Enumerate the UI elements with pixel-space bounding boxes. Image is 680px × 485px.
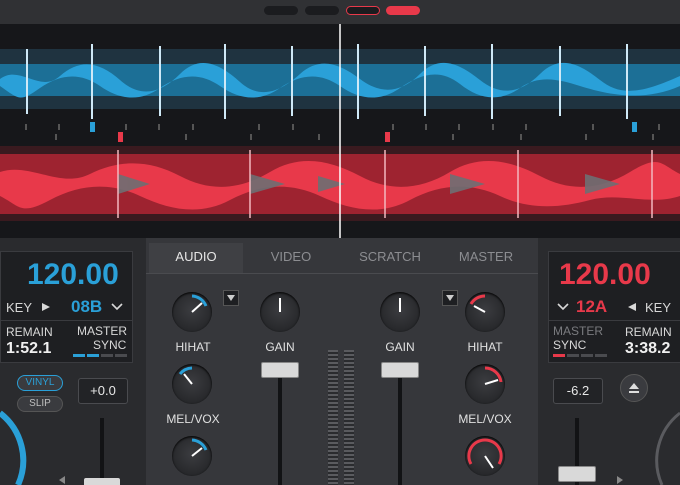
right-gain-knob[interactable]: [380, 292, 420, 332]
right-key-value[interactable]: 12A: [576, 297, 607, 317]
right-chevron-down-icon[interactable]: [557, 302, 569, 312]
left-deck-info: 120.00 KEY 08B REMAIN 1:52.1 MASTER SYNC: [0, 251, 133, 363]
left-key-value[interactable]: 08B: [71, 297, 102, 317]
right-channel-fader-cap[interactable]: [381, 362, 419, 378]
deck-divider: [549, 320, 680, 321]
right-hihat-knob[interactable]: [465, 292, 505, 332]
right-arrow-icon: [617, 476, 623, 484]
right-jog-wheel[interactable]: [650, 405, 680, 485]
left-arrow-play-icon[interactable]: [627, 302, 637, 312]
layout-pill-1[interactable]: [264, 6, 298, 15]
left-sync-indicators: [73, 354, 129, 357]
waveform-display[interactable]: [0, 24, 680, 238]
layout-pill-2[interactable]: [305, 6, 339, 15]
left-bpm[interactable]: 120.00: [27, 258, 119, 292]
tab-video[interactable]: VIDEO: [244, 243, 338, 273]
left-pitch-fader-cap[interactable]: [84, 478, 120, 485]
left-melvox-label: MEL/VOX: [166, 412, 220, 426]
tab-audio[interactable]: AUDIO: [149, 243, 243, 273]
deck-divider: [1, 320, 132, 321]
left-arrow-icon: [59, 476, 65, 484]
right-key-label: KEY: [645, 300, 672, 315]
left-channel-fader-cap[interactable]: [261, 362, 299, 378]
vinyl-button[interactable]: VINYL: [17, 375, 63, 391]
right-sync-label[interactable]: SYNC: [553, 338, 586, 352]
right-deck-info: 120.00 12A KEY MASTER SYNC REMAIN 3:38.2: [548, 251, 680, 363]
left-pitch-track: [100, 418, 104, 485]
right-gain-label: GAIN: [385, 340, 415, 354]
right-remain-label: REMAIN: [625, 325, 672, 339]
level-meter-left: [328, 350, 338, 485]
mixer-tab-underline: [146, 273, 538, 274]
tab-master[interactable]: MASTER: [439, 243, 533, 273]
right-melvox-label: MEL/VOX: [458, 412, 512, 426]
left-sync-label[interactable]: SYNC: [93, 338, 126, 352]
waveform-svg: [0, 24, 680, 238]
play-icon[interactable]: [41, 302, 51, 312]
left-gain-knob[interactable]: [260, 292, 300, 332]
right-pitch-fader-cap[interactable]: [558, 466, 596, 482]
left-melvox-knob[interactable]: [172, 364, 212, 404]
right-melvox-knob[interactable]: [465, 364, 505, 404]
right-dropdown-arrow-icon[interactable]: [442, 290, 458, 306]
right-remain-value: 3:38.2: [625, 340, 671, 357]
right-pitch-value[interactable]: -6.2: [553, 378, 603, 404]
layout-pill-4[interactable]: [386, 6, 420, 15]
right-bpm[interactable]: 120.00: [559, 258, 651, 292]
chevron-down-icon[interactable]: [111, 302, 123, 312]
left-hihat-label: HIHAT: [175, 340, 211, 354]
left-channel-fader-track: [278, 365, 282, 485]
right-channel-fader-track: [398, 365, 402, 485]
layout-pill-3[interactable]: [346, 6, 380, 15]
left-pitch-value[interactable]: +0.0: [78, 378, 128, 404]
right-hihat-label: HIHAT: [467, 340, 503, 354]
right-sync-indicators: [553, 354, 609, 357]
tab-scratch[interactable]: SCRATCH: [343, 243, 437, 273]
dropdown-arrow-icon[interactable]: [223, 290, 239, 306]
top-bar: [0, 0, 680, 24]
left-master-label[interactable]: MASTER: [77, 324, 127, 338]
right-bass-knob[interactable]: [465, 436, 505, 476]
level-meter-right: [344, 350, 354, 485]
left-bass-knob[interactable]: [172, 436, 212, 476]
left-remain-value: 1:52.1: [6, 340, 52, 357]
left-key-label: KEY: [6, 300, 33, 315]
right-master-label[interactable]: MASTER: [553, 324, 603, 338]
left-jog-wheel[interactable]: [0, 405, 30, 485]
eject-icon[interactable]: [620, 374, 648, 402]
left-gain-label: GAIN: [265, 340, 295, 354]
left-hihat-knob[interactable]: [172, 292, 212, 332]
left-remain-label: REMAIN: [6, 325, 53, 339]
